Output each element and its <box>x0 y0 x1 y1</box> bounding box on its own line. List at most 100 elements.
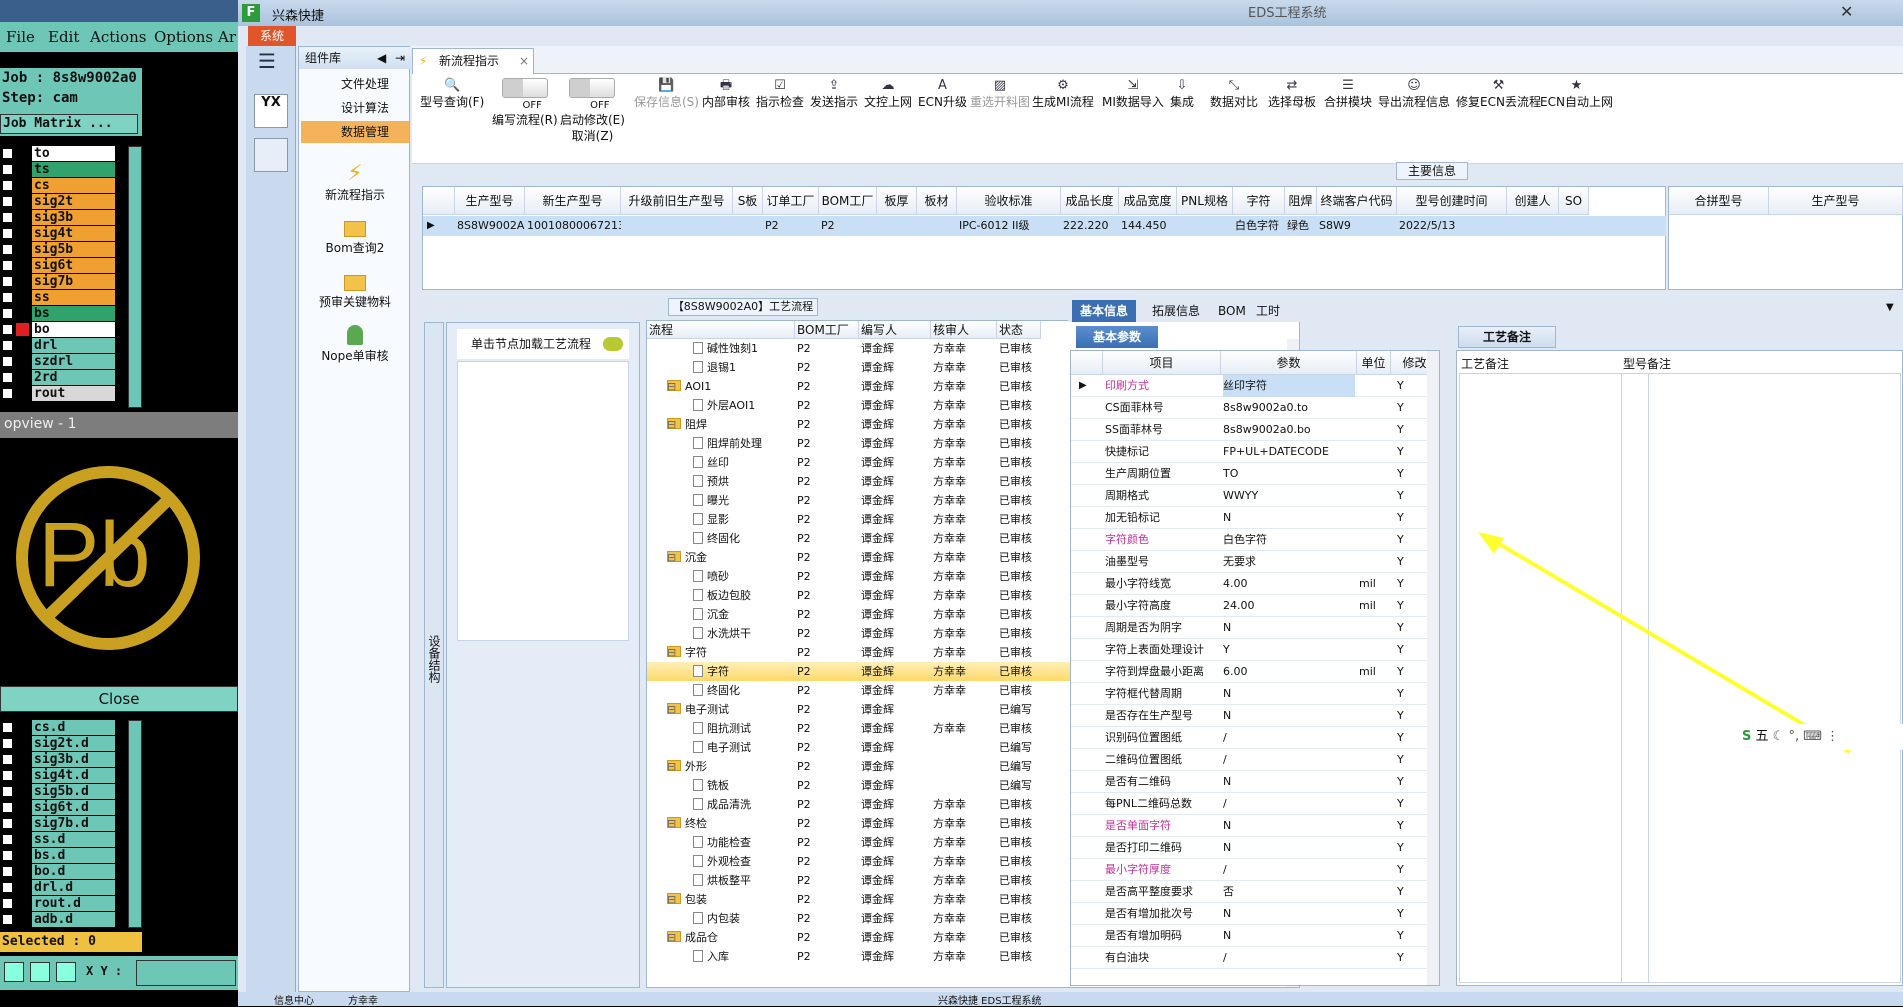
layer-row[interactable]: sig4t <box>0 226 140 241</box>
layer-row[interactable]: sig4t.d <box>0 768 140 783</box>
grid-cell[interactable] <box>1507 216 1559 236</box>
grid-header[interactable]: 单位 <box>1357 351 1391 375</box>
param-row[interactable]: 是否有增加明码 N Y <box>1071 925 1439 947</box>
menu-options[interactable]: Options <box>154 28 213 46</box>
param-modify[interactable]: Y <box>1397 485 1404 507</box>
layer-row[interactable]: adb.d <box>0 912 140 927</box>
layer-row[interactable]: sig3b <box>0 210 140 225</box>
param-value[interactable]: 8s8w9002a0.to <box>1223 397 1308 419</box>
system-tab[interactable]: 系统 <box>248 26 296 46</box>
grid-cell[interactable]: 2022/5/13 <box>1397 216 1507 236</box>
comp-item-data[interactable]: 数据管理 <box>301 121 409 143</box>
toolbar-button[interactable]: ▨ 重选开料图 <box>970 78 1030 110</box>
layer-row[interactable]: sig7b.d <box>0 816 140 831</box>
menu-actions[interactable]: Actions <box>90 28 146 46</box>
layer-checkbox[interactable] <box>2 754 13 765</box>
tree-node[interactable]: 碱性蚀刻1 <box>693 339 758 358</box>
expander-icon[interactable]: ⊟ <box>667 928 676 947</box>
param-modify[interactable]: Y <box>1397 793 1404 815</box>
param-value[interactable]: / <box>1223 947 1227 969</box>
expander-icon[interactable]: ⊟ <box>667 377 676 396</box>
param-value[interactable]: TO <box>1223 463 1238 485</box>
layer-checkbox[interactable] <box>2 786 13 797</box>
layer-checkbox[interactable] <box>2 866 13 877</box>
param-modify[interactable]: Y <box>1397 947 1404 969</box>
grid-header[interactable]: 阻焊 <box>1285 187 1317 215</box>
expander-icon[interactable]: ⊟ <box>667 415 676 434</box>
tree-node[interactable]: ⊟ 阻焊 <box>667 415 707 434</box>
param-modify[interactable]: Y <box>1397 925 1404 947</box>
layer-row[interactable]: bs.d <box>0 848 140 863</box>
layer-list-2-scrollbar[interactable] <box>128 720 142 928</box>
tree-node[interactable]: ⊟ 终检 <box>667 814 707 833</box>
param-row[interactable]: 是否有增加批次号 N Y <box>1071 903 1439 925</box>
toggle-switch[interactable]: OFF <box>569 78 616 111</box>
layer-checkbox[interactable] <box>2 148 13 159</box>
param-modify[interactable]: Y <box>1397 903 1404 925</box>
grid-cell[interactable]: P2 <box>819 216 877 236</box>
grid-cell[interactable]: 144.450 <box>1119 216 1177 236</box>
toolbar-button[interactable]: ⤡ 数据对比 <box>1210 78 1258 110</box>
tree-node[interactable]: 丝印 <box>693 453 729 472</box>
comp-item-file[interactable]: 文件处理 <box>301 73 409 95</box>
grid-cell[interactable] <box>733 216 763 236</box>
expander-icon[interactable]: ⊟ <box>667 890 676 909</box>
grid-cell[interactable]: P2 <box>763 216 819 236</box>
param-row[interactable]: 周期格式 WWYY Y <box>1071 485 1439 507</box>
process-area[interactable] <box>457 361 629 641</box>
param-value[interactable]: N <box>1223 903 1231 925</box>
tree-header[interactable]: 状态 <box>997 321 1041 339</box>
layer-checkbox[interactable] <box>2 340 13 351</box>
tree-node[interactable]: 退锡1 <box>693 358 736 377</box>
tree-node[interactable]: ⊟ 沉金 <box>667 548 707 567</box>
layer-checkbox[interactable] <box>2 244 13 255</box>
layer-row[interactable]: szdrl <box>0 354 140 369</box>
dropdown-icon[interactable]: ▼ <box>1886 302 1894 313</box>
comp-item-algorithm[interactable]: 设计算法 <box>301 97 409 119</box>
param-modify[interactable]: Y <box>1397 463 1404 485</box>
expander-icon[interactable]: ⊟ <box>667 814 676 833</box>
grid-header[interactable]: 生产型号 <box>1769 187 1903 215</box>
tree-node[interactable]: 铣板 <box>693 776 729 795</box>
grid-cell[interactable]: 10010800067213 <box>525 216 621 236</box>
tree-node[interactable]: ⊟ 电子测试 <box>667 700 729 719</box>
param-modify[interactable]: Y <box>1397 881 1404 903</box>
tree-node[interactable]: 曝光 <box>693 491 729 510</box>
tree-node[interactable]: ⊟ 包装 <box>667 890 707 909</box>
param-value[interactable]: 否 <box>1223 881 1234 903</box>
tree-node[interactable]: 预烘 <box>693 472 729 491</box>
tree-node[interactable]: 沉金 <box>693 605 729 624</box>
param-value[interactable]: / <box>1223 859 1227 881</box>
layer-checkbox[interactable] <box>2 882 13 893</box>
expander-icon[interactable]: ⊟ <box>667 643 676 662</box>
toolbar-button[interactable]: ⇪ 发送指示 <box>810 78 858 110</box>
expander-icon[interactable]: ⊟ <box>667 548 676 567</box>
param-row[interactable]: SS面菲林号 8s8w9002a0.bo Y <box>1071 419 1439 441</box>
layer-row[interactable]: cs.d <box>0 720 140 735</box>
grid-cell[interactable]: 绿色 <box>1285 216 1317 236</box>
tree-node[interactable]: 显影 <box>693 510 729 529</box>
tree-header[interactable]: 编写人 <box>859 321 931 339</box>
param-row[interactable]: 生产周期位置 TO Y <box>1071 463 1439 485</box>
layer-row[interactable]: sig2t.d <box>0 736 140 751</box>
layer-checkbox[interactable] <box>2 292 13 303</box>
equipment-tab[interactable]: 设备结构 <box>424 322 444 988</box>
tree-node[interactable]: 功能检查 <box>693 833 751 852</box>
zoom-icon[interactable] <box>4 962 24 982</box>
tab-close-icon[interactable]: × <box>519 49 529 73</box>
calculator-icon[interactable] <box>254 138 288 172</box>
layer-checkbox[interactable] <box>2 722 13 733</box>
layer-row[interactable]: sig2t <box>0 194 140 209</box>
tree-node[interactable]: 阻抗测试 <box>693 719 751 738</box>
param-row[interactable]: 是否打印二维码 N Y <box>1071 837 1439 859</box>
tree-node[interactable]: 板边包胶 <box>693 586 751 605</box>
layer-checkbox[interactable] <box>2 324 13 335</box>
menu-ar[interactable]: Ar <box>218 28 236 46</box>
tree-node[interactable]: 水洗烘干 <box>693 624 751 643</box>
layer-checkbox[interactable] <box>2 388 13 399</box>
toolbar-button[interactable]: ⇄ 选择母板 <box>1268 78 1316 110</box>
param-modify[interactable]: Y <box>1397 397 1404 419</box>
grid-header[interactable]: 板材 <box>917 187 957 215</box>
param-value[interactable]: 丝印字符 <box>1223 375 1355 397</box>
layer-checkbox[interactable] <box>2 212 13 223</box>
